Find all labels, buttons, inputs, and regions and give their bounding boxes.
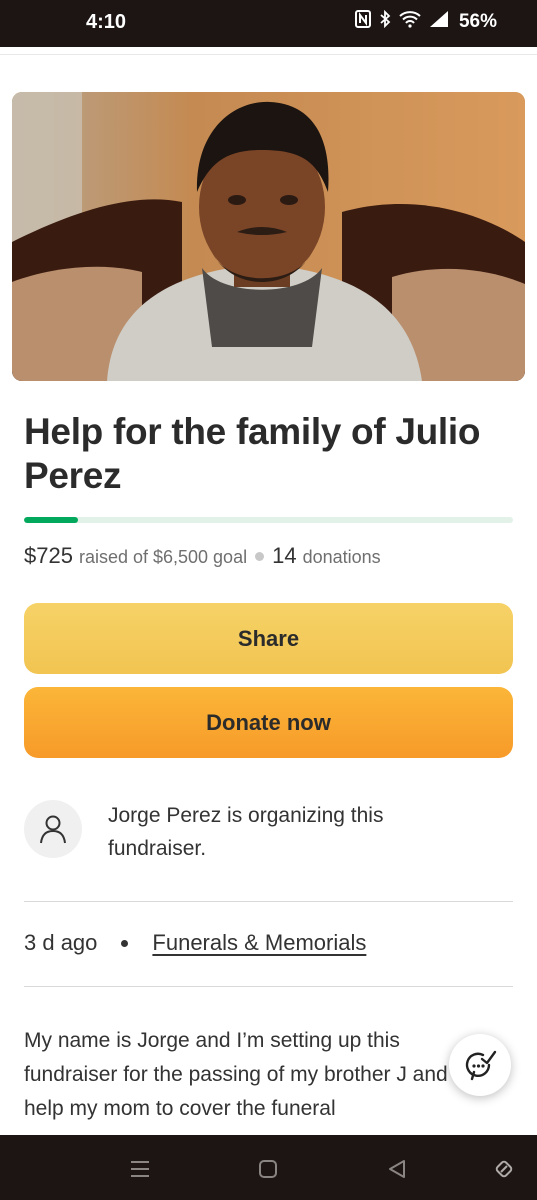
status-icons: 56%: [354, 9, 497, 33]
rotate-screen-button[interactable]: [490, 1155, 518, 1183]
home-square-icon: [259, 1160, 277, 1178]
donate-now-button[interactable]: Donate now: [24, 687, 513, 758]
donation-count: 14: [272, 543, 297, 568]
back-triangle-icon: [389, 1160, 405, 1178]
chat-assistant-button[interactable]: [449, 1034, 511, 1096]
bluetooth-icon: [379, 9, 391, 33]
campaign-photo-illustration: [12, 92, 525, 381]
campaign-meta: 3 d ago Funerals & Memorials: [24, 930, 366, 956]
status-bar: 4:10 56%: [0, 0, 537, 47]
system-nav-bar: [0, 1135, 537, 1200]
posted-time: 3 d ago: [24, 930, 98, 955]
divider-meta: [24, 986, 513, 987]
wifi-icon: [399, 10, 421, 33]
battery-level: 56%: [458, 10, 497, 32]
progress-fill: [24, 517, 78, 523]
home-button[interactable]: [254, 1155, 282, 1183]
organizer-text: Jorge Perez is organizing this fundraise…: [108, 804, 384, 860]
meta-separator: [121, 939, 129, 947]
campaign-photo[interactable]: [12, 92, 525, 381]
chat-check-icon: [465, 1050, 497, 1081]
campaign-title: Help for the family of Julio Perez: [24, 411, 481, 496]
top-divider: [0, 54, 537, 55]
share-button[interactable]: Share: [24, 603, 513, 674]
category-link[interactable]: Funerals & Memorials: [152, 930, 366, 956]
divider-organizer: [24, 901, 513, 902]
status-time: 4:10: [86, 11, 127, 33]
nfc-icon: [354, 10, 371, 33]
campaign-story: My name is Jorge and I’m setting up this…: [24, 1029, 472, 1120]
rotate-icon: [495, 1160, 513, 1178]
user-icon: [40, 815, 66, 844]
recent-apps-button[interactable]: [126, 1155, 154, 1183]
raised-amount: $725: [24, 543, 73, 568]
organizer-section: Jorge Perez is organizing this fundraise…: [24, 800, 513, 870]
raised-summary: $725 raised of $6,500 goal 14 donations: [24, 543, 381, 569]
organizer-avatar: [24, 800, 82, 858]
raised-of-goal: raised of $6,500 goal: [78, 547, 248, 567]
donation-label: donations: [302, 547, 381, 567]
separator-dot: [255, 552, 265, 561]
signal-icon: [429, 10, 449, 33]
progress-bar: [24, 517, 513, 523]
back-button[interactable]: [383, 1155, 411, 1183]
menu-lines-icon: [131, 1161, 149, 1177]
